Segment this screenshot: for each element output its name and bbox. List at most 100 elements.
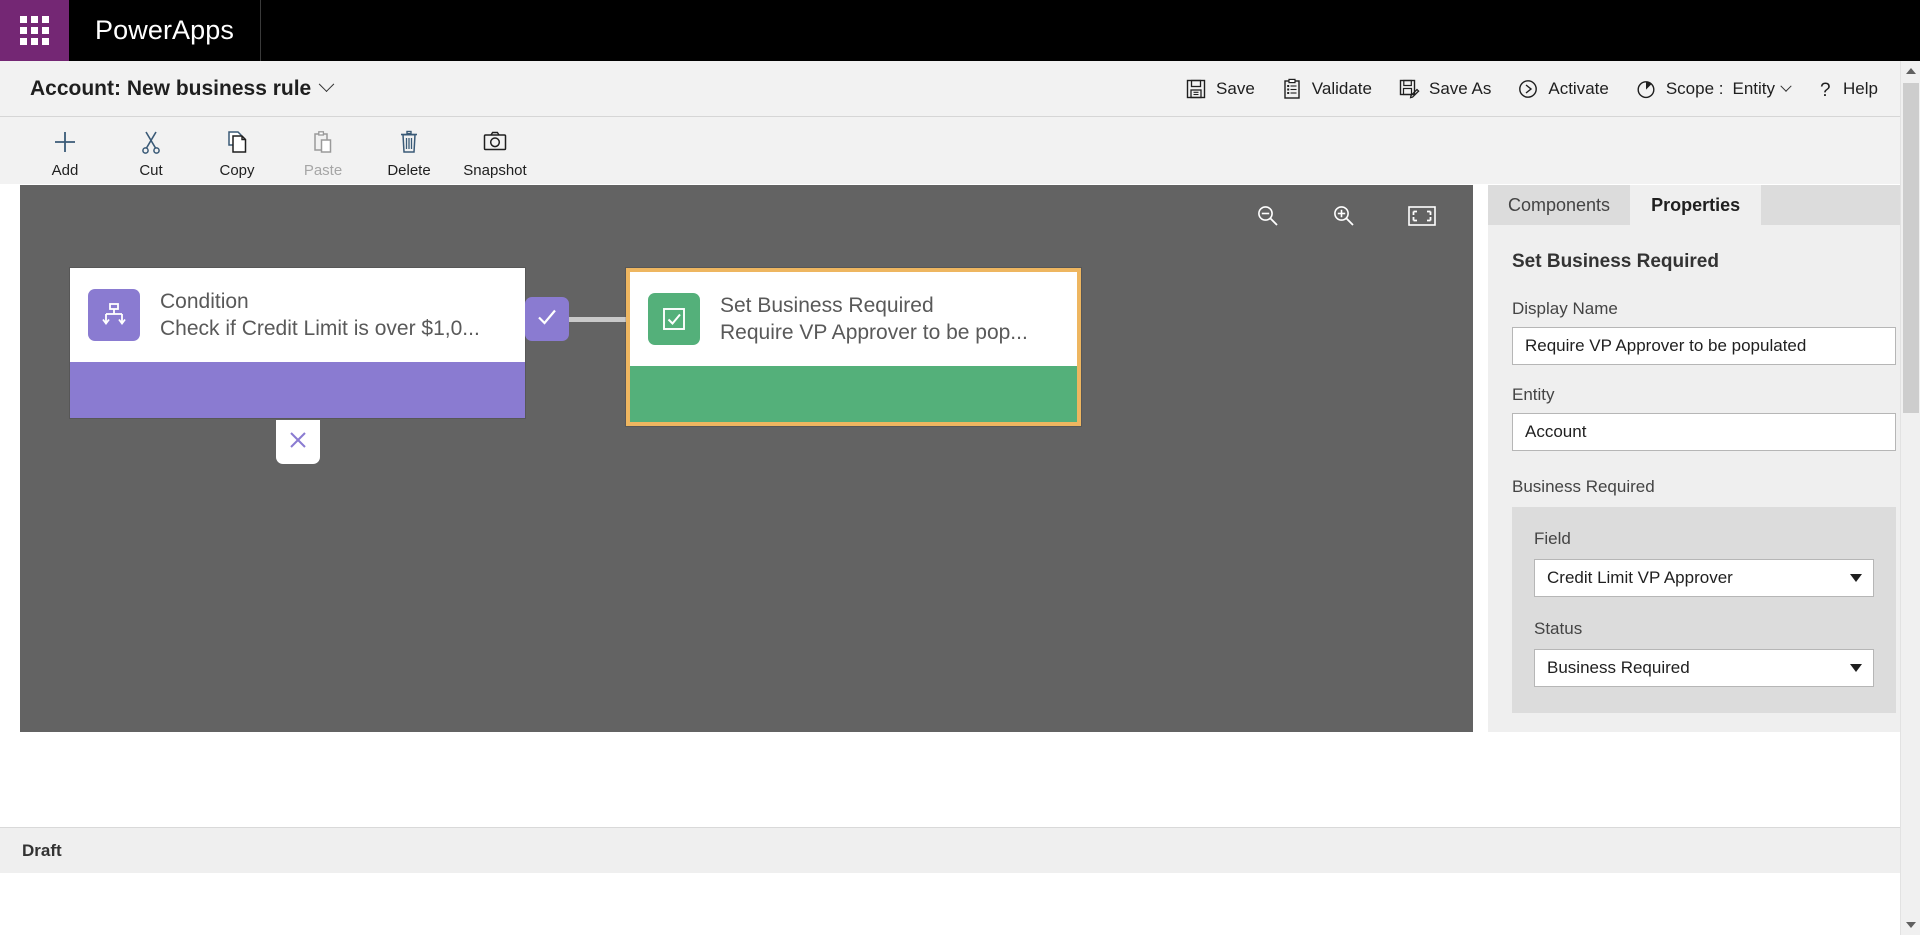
node-condition-title: Condition [160, 289, 249, 313]
node-condition-subtitle: Check if Credit Limit is over $1,0... [160, 317, 480, 340]
scroll-up-button[interactable] [1901, 61, 1920, 81]
command-bar: Account: New business rule Save Validate… [0, 61, 1920, 117]
plus-icon [51, 127, 79, 157]
question-mark-icon: ? [1816, 78, 1834, 100]
waffle-menu-button[interactable] [0, 0, 69, 61]
node-condition[interactable]: Condition Check if Credit Limit is over … [70, 268, 525, 418]
magnifier-minus-icon [1255, 203, 1281, 234]
node-set-business-required[interactable]: Set Business Required Require VP Approve… [626, 268, 1081, 426]
checkbox-checked-icon [648, 293, 700, 345]
rule-title-dropdown[interactable]: Account: New business rule [0, 76, 335, 101]
status-label: Status [1534, 619, 1583, 638]
status-bar: Draft [0, 827, 1920, 873]
fit-to-screen-button[interactable] [1407, 204, 1437, 233]
tab-components[interactable]: Components [1488, 185, 1632, 225]
svg-text:?: ? [1820, 80, 1831, 100]
add-button[interactable]: Add [22, 117, 108, 179]
copy-button[interactable]: Copy [194, 117, 280, 179]
ribbon-toolbar: Add Cut Copy Paste Delete Snapshot [0, 117, 1920, 185]
save-disk-icon [1185, 78, 1207, 100]
scope-selector[interactable]: Scope : Entity [1635, 78, 1792, 100]
command-actions: Save Validate Save As Activate Scope: E… [1185, 78, 1920, 100]
copy-label: Copy [219, 162, 255, 179]
save-label: Save [1216, 78, 1255, 98]
close-x-icon [286, 428, 310, 457]
cut-button[interactable]: Cut [108, 117, 194, 179]
node-condition-body [70, 362, 525, 418]
scope-value-wrap[interactable]: Entity [1732, 78, 1792, 99]
properties-heading: Set Business Required [1512, 251, 1719, 272]
add-label: Add [51, 162, 79, 179]
brand-powerapps[interactable]: PowerApps [69, 0, 261, 61]
chevron-down-icon [318, 76, 335, 93]
node-action-title: Set Business Required [720, 293, 934, 317]
waffle-grid-icon [20, 16, 49, 45]
branch-hierarchy-icon [88, 289, 140, 341]
pane-tab-strip: Components Properties [1488, 185, 1920, 225]
help-button[interactable]: ? Help [1816, 78, 1878, 100]
scroll-down-arrow-icon [1906, 922, 1916, 928]
paste-label: Paste [303, 162, 343, 179]
node-condition-header: Condition Check if Credit Limit is over … [70, 268, 525, 362]
clock-pie-icon [1635, 78, 1657, 100]
scroll-thumb[interactable] [1903, 83, 1919, 413]
page-title: Account: New business rule [30, 76, 312, 100]
rule-canvas[interactable]: Condition Check if Credit Limit is over … [20, 185, 1473, 732]
business-required-group: Field Credit Limit VP Approver Status Bu… [1512, 507, 1896, 713]
node-action-subtitle: Require VP Approver to be pop... [720, 321, 1028, 344]
delete-label: Delete [387, 162, 431, 179]
paste-button[interactable]: Paste [280, 117, 366, 179]
help-label: Help [1843, 78, 1878, 98]
entity-input[interactable] [1512, 413, 1896, 451]
suite-bar: PowerApps [0, 0, 1920, 61]
workspace: Condition Check if Credit Limit is over … [0, 185, 1920, 827]
validate-label: Validate [1311, 78, 1372, 98]
save-as-button[interactable]: Save As [1398, 78, 1491, 100]
copy-pages-icon [223, 127, 251, 157]
scope-label: Scope : [1665, 78, 1724, 98]
scope-value: Entity [1732, 78, 1776, 98]
field-select-wrap: Credit Limit VP Approver [1534, 559, 1874, 597]
scroll-up-arrow-icon [1906, 68, 1916, 74]
business-required-group-label: Business Required [1512, 477, 1655, 496]
scissors-icon [137, 127, 165, 157]
clipboard-check-icon [1281, 78, 1303, 100]
properties-body: Set Business Required Display Name Entit… [1488, 225, 1920, 713]
node-condition-text: Condition Check if Credit Limit is over … [160, 288, 480, 343]
scroll-down-button[interactable] [1901, 915, 1920, 935]
play-circle-icon [1517, 78, 1539, 100]
display-name-input[interactable] [1512, 327, 1896, 365]
page-scrollbar[interactable] [1900, 61, 1920, 935]
node-action-header: Set Business Required Require VP Approve… [630, 272, 1077, 366]
properties-pane: Components Properties Set Business Requi… [1488, 185, 1920, 732]
validate-button[interactable]: Validate [1281, 78, 1372, 100]
entity-label: Entity [1512, 385, 1555, 404]
canvas-zoom-tools [1255, 203, 1437, 234]
false-branch-badge[interactable] [276, 420, 320, 464]
save-as-icon [1398, 78, 1420, 100]
cut-label: Cut [139, 162, 163, 179]
delete-button[interactable]: Delete [366, 117, 452, 179]
snapshot-label: Snapshot [463, 162, 527, 179]
zoom-in-button[interactable] [1331, 203, 1357, 234]
snapshot-button[interactable]: Snapshot [452, 117, 538, 179]
activate-button[interactable]: Activate [1517, 78, 1609, 100]
field-select[interactable]: Credit Limit VP Approver [1534, 559, 1874, 597]
activate-label: Activate [1548, 78, 1609, 98]
display-name-label: Display Name [1512, 299, 1618, 318]
status-select[interactable]: Business Required [1534, 649, 1874, 687]
true-branch-badge[interactable] [525, 297, 569, 341]
clipboard-paste-icon [309, 127, 337, 157]
tab-strip-filler [1761, 185, 1920, 225]
zoom-out-button[interactable] [1255, 203, 1281, 234]
trash-can-icon [395, 127, 423, 157]
fit-screen-icon [1407, 204, 1437, 233]
save-button[interactable]: Save [1185, 78, 1255, 100]
save-as-label: Save As [1428, 78, 1492, 98]
status-select-wrap: Business Required [1534, 649, 1874, 687]
app-shell: PowerApps Account: New business rule Sav [0, 0, 1920, 935]
status-badge: Draft [22, 840, 62, 860]
tab-properties[interactable]: Properties [1631, 185, 1762, 225]
check-icon [534, 304, 560, 335]
chevron-down-icon [1780, 80, 1792, 92]
